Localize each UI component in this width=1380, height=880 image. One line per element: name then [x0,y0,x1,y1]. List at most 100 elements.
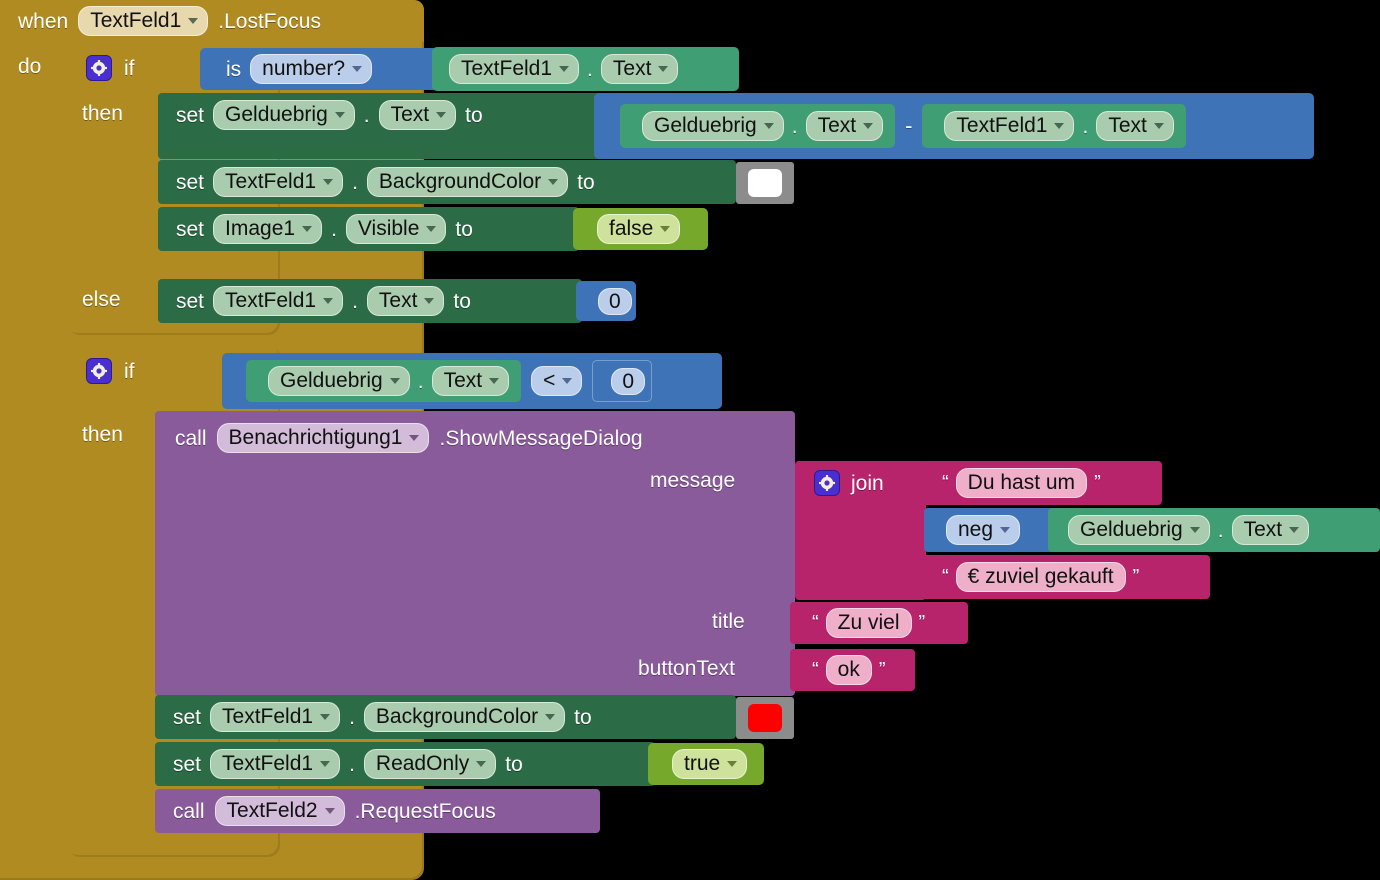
getter-component-dropdown[interactable]: Gelduebrig [1068,515,1210,545]
set-component-dropdown[interactable]: TextFeld1 [213,167,344,197]
set-textfeld1-readonly-block[interactable]: set TextFeld1 . ReadOnly to [155,742,655,786]
call-component-dropdown[interactable]: TextFeld2 [214,796,345,826]
set-label: set [176,289,205,313]
is-number-block[interactable]: is number? [200,48,438,90]
to-label: to [505,752,523,776]
chevron-down-icon [409,434,420,441]
getter-component-dropdown[interactable]: TextFeld1 [944,111,1075,141]
getter-component-dropdown[interactable]: Gelduebrig [642,111,784,141]
set-label: set [173,752,202,776]
call-shownmessagedialog-block[interactable] [155,411,795,696]
set-property-dropdown[interactable]: BackgroundColor [366,167,569,197]
text-value-field[interactable]: ok [825,655,872,685]
comparison-operator-dropdown[interactable]: < [531,366,583,396]
text-value-field[interactable]: Zu viel [825,608,912,638]
dot-separator: . [349,752,355,776]
gear-icon[interactable] [86,55,112,81]
set-image1-visible-block[interactable]: set Image1 . Visible to [158,207,579,251]
getter-gelduebrig-text-left[interactable]: Gelduebrig . Text [620,104,896,148]
getter-property-dropdown[interactable]: Text [1231,515,1310,545]
getter-property-dropdown[interactable]: Text [600,54,679,84]
set-component-dropdown[interactable]: TextFeld1 [210,702,341,732]
set-textfeld1-bgcolor-red-block[interactable]: set TextFeld1 . BackgroundColor to [155,695,736,739]
dot-separator: . [587,57,593,81]
call-component-dropdown[interactable]: Benachrichtigung1 [216,423,430,453]
chevron-down-icon [320,760,331,767]
set-component-dropdown[interactable]: Gelduebrig [213,100,355,130]
set-component-dropdown[interactable]: TextFeld1 [213,286,344,316]
set-gelduebrig-text-block[interactable]: set Gelduebrig . Text to [158,93,604,159]
text-block-du-hast-um[interactable]: “ Du hast um ” [920,461,1162,505]
chevron-down-icon [548,178,559,185]
text-block-zuviel-gekauft[interactable]: “ € zuviel gekauft ” [920,555,1210,599]
color-swatch-white[interactable] [748,169,782,197]
text-value-field[interactable]: Du hast um [955,468,1088,498]
color-block-white[interactable] [736,162,794,204]
getter-property-dropdown[interactable]: Text [805,111,884,141]
getter-property-dropdown[interactable]: Text [1096,111,1174,141]
color-swatch-red[interactable] [748,704,782,732]
if-1-label: if [124,56,135,80]
set-property-dropdown[interactable]: ReadOnly [363,749,497,779]
number-value-field[interactable]: 0 [611,367,646,395]
getter-component-dropdown[interactable]: Gelduebrig [268,366,410,396]
comparison-block-less-than[interactable]: Gelduebrig . Text < 0 [222,353,722,409]
color-block-red[interactable] [736,697,794,739]
set-component-label: TextFeld1 [222,752,314,775]
boolean-false-block[interactable]: false [573,208,708,250]
getter-textfeld1-text-cond[interactable]: TextFeld1 . Text [432,47,739,91]
call-component-label: TextFeld2 [226,799,318,822]
call-component-label: Benachrichtigung1 [228,426,403,449]
number-block-zero-compare[interactable]: 0 [592,360,653,402]
quote-close: ” [918,612,926,634]
set-textfeld1-text-zero-block[interactable]: set TextFeld1 . Text to [158,279,582,323]
chevron-down-icon [426,225,437,232]
getter-property-label: Text [817,114,857,137]
boolean-true-dropdown[interactable]: true [672,749,748,779]
getter-property-label: Text [1108,114,1147,137]
if-2-then-label: then [82,423,123,446]
getter-property-dropdown[interactable]: Text [431,366,510,396]
neg-block[interactable]: neg [924,508,1054,552]
set-component-label: TextFeld1 [225,170,317,193]
call-requestfocus-block[interactable]: call TextFeld2 .RequestFocus [155,789,600,833]
is-number-dropdown[interactable]: number? [250,54,373,84]
text-block-zu-viel[interactable]: “ Zu viel ” [790,602,968,644]
blocks-canvas[interactable]: when TextFeld1 .LostFocus do if then els… [0,0,1380,880]
dot-separator: . [331,217,337,241]
quote-open: “ [942,566,949,588]
to-label: to [455,217,473,241]
boolean-true-block[interactable]: true [648,743,764,785]
is-number-test-label: number? [262,57,346,80]
chevron-down-icon [1153,122,1164,129]
set-component-dropdown[interactable]: TextFeld1 [210,749,341,779]
set-property-dropdown[interactable]: Visible [345,214,447,244]
number-value-field[interactable]: 0 [598,287,632,315]
set-component-dropdown[interactable]: Image1 [213,214,323,244]
join-label: join [851,471,884,495]
getter-gelduebrig-text-compare[interactable]: Gelduebrig . Text [246,360,522,402]
set-property-dropdown[interactable]: Text [378,100,457,130]
subtraction-block[interactable]: Gelduebrig . Text - TextFeld1 . Text [594,93,1314,159]
set-property-dropdown[interactable]: Text [366,286,445,316]
gear-icon[interactable] [814,470,840,496]
set-textfeld1-bgcolor-white-block[interactable]: set TextFeld1 . BackgroundColor to [158,160,736,204]
getter-component-label: Gelduebrig [654,114,757,137]
event-component-dropdown[interactable]: TextFeld1 [78,6,209,36]
getter-textfeld1-text-right[interactable]: TextFeld1 . Text [922,104,1186,148]
number-block-zero-else[interactable]: 0 [576,281,636,321]
getter-component-label: TextFeld1 [956,114,1048,137]
getter-component-dropdown[interactable]: TextFeld1 [449,54,580,84]
gear-icon[interactable] [86,358,112,384]
if-2-label: if [124,359,135,383]
chevron-down-icon [424,297,435,304]
getter-gelduebrig-text-neg[interactable]: Gelduebrig . Text [1048,508,1380,552]
set-property-dropdown[interactable]: BackgroundColor [363,702,566,732]
boolean-false-dropdown[interactable]: false [597,214,681,244]
chevron-down-icon [863,122,874,129]
dot-separator: . [352,170,358,194]
text-block-ok[interactable]: “ ok ” [790,649,915,691]
text-value-field[interactable]: € zuviel gekauft [955,562,1126,592]
neg-operator-dropdown[interactable]: neg [946,515,1021,545]
set-label: set [176,217,205,241]
